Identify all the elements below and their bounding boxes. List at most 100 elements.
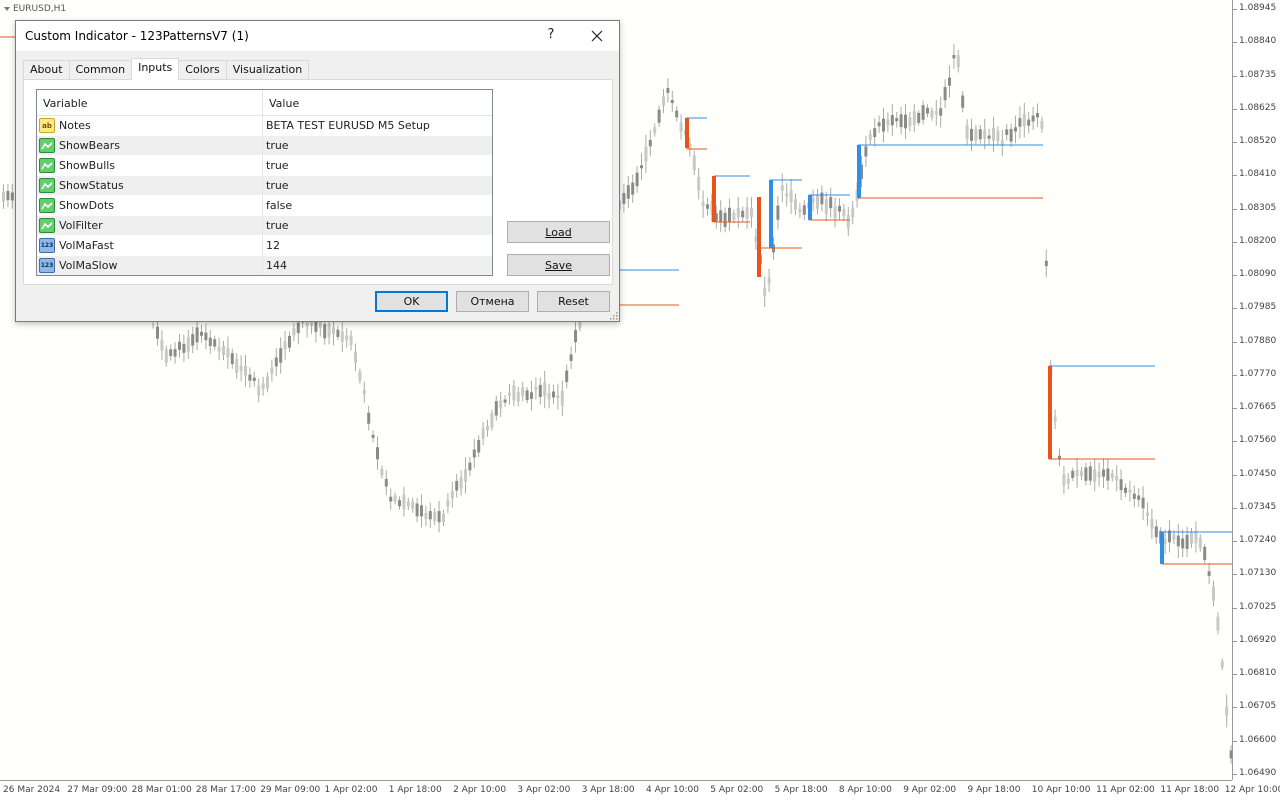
candle-body — [1110, 473, 1114, 478]
value-cell[interactable]: 12 — [263, 239, 492, 252]
variable-cell: ShowBulls — [37, 155, 263, 176]
candle-body — [631, 182, 635, 195]
tab-visualization[interactable]: Visualization — [225, 60, 310, 80]
chevron-down-icon[interactable] — [4, 7, 10, 11]
candle-body — [200, 331, 203, 336]
candle-body — [926, 107, 929, 114]
candle-body — [358, 371, 362, 381]
cancel-button[interactable]: Отмена — [456, 291, 529, 312]
table-row[interactable]: VolFilter true — [37, 215, 492, 236]
candle-body — [1212, 586, 1215, 601]
candle-body — [899, 114, 903, 128]
candle-body — [1062, 474, 1066, 486]
candle-body — [692, 155, 696, 171]
price-label: 1.08305 — [1239, 202, 1277, 213]
candle-body — [842, 208, 846, 217]
price-label: 1.08200 — [1239, 235, 1277, 246]
value-cell[interactable]: true — [263, 179, 492, 192]
candle-body — [816, 194, 819, 209]
variable-cell: ShowBears — [37, 135, 263, 156]
load-button[interactable]: Load — [507, 221, 610, 243]
time-label: 3 Apr 02:00 — [517, 785, 571, 795]
table-row[interactable]: ShowDots false — [37, 195, 492, 216]
price-label: 1.08625 — [1239, 102, 1277, 113]
candle-body — [1176, 535, 1180, 547]
candle-body — [530, 392, 533, 399]
value-cell[interactable]: true — [263, 159, 492, 172]
resize-grip-icon[interactable] — [608, 310, 618, 320]
dialog-tabs: About Common Inputs Colors Visualization — [23, 58, 310, 80]
candle-body — [838, 205, 841, 212]
candle-body — [750, 207, 753, 217]
value-cell[interactable]: true — [263, 139, 492, 152]
candle-body — [534, 386, 538, 391]
value-cell[interactable]: 144 — [263, 259, 492, 272]
candle-body — [437, 510, 441, 523]
time-label: 12 Apr 10:00 — [1224, 785, 1280, 795]
candle-body — [1190, 532, 1193, 544]
candle-body — [336, 329, 340, 337]
ok-button[interactable]: OK — [375, 291, 448, 312]
candle-body — [235, 359, 239, 373]
price-scale[interactable]: 1.08945 1.08840 1.08735 1.08625 1.08520 1.084… — [1232, 0, 1280, 780]
price-tick — [1233, 308, 1237, 310]
tab-common[interactable]: Common — [68, 60, 133, 80]
candle-body — [164, 349, 168, 363]
tab-inputs[interactable]: Inputs — [131, 58, 180, 80]
candle-body — [565, 370, 569, 382]
candle-body — [882, 118, 885, 132]
value-cell[interactable]: false — [263, 199, 492, 212]
candle-body — [279, 348, 283, 363]
tab-about[interactable]: About — [23, 60, 70, 80]
column-header-value[interactable]: Value — [263, 90, 492, 115]
candle-body — [415, 503, 419, 517]
candle-body — [1124, 487, 1127, 493]
table-row[interactable]: ShowBulls true — [37, 155, 492, 176]
time-label: 9 Apr 18:00 — [967, 785, 1021, 795]
candle-body — [917, 112, 921, 123]
candle-body — [829, 197, 833, 209]
value-cell[interactable]: BETA TEST EURUSD M5 Setup — [263, 119, 492, 132]
help-button[interactable]: ? — [542, 27, 560, 45]
candle-body — [257, 385, 261, 396]
tab-colors[interactable]: Colors — [178, 60, 227, 80]
candle-body — [763, 287, 767, 296]
candle-body — [1181, 538, 1185, 549]
table-row[interactable]: ShowBears true — [37, 135, 492, 156]
time-scale[interactable]: 26 Mar 2024 27 Mar 09:00 28 Mar 01:00 28 Ma… — [0, 780, 1280, 800]
candle-body — [424, 513, 428, 520]
price-label: 1.07985 — [1239, 302, 1277, 313]
candle-body — [442, 513, 445, 523]
time-label: 5 Apr 02:00 — [710, 785, 764, 795]
value-cell[interactable]: true — [263, 219, 492, 232]
symbol-text: EURUSD,H1 — [13, 4, 67, 14]
price-label: 1.06920 — [1239, 634, 1277, 645]
time-label: 4 Apr 10:00 — [646, 785, 699, 795]
candle-body — [1080, 470, 1083, 477]
candle-body — [420, 505, 423, 517]
candle-body — [217, 346, 221, 352]
table-row[interactable]: 123 VolMaSlow 144 — [37, 255, 492, 275]
table-row[interactable]: ShowStatus true — [37, 175, 492, 196]
reset-button[interactable]: Reset — [537, 291, 610, 312]
candle-body — [1150, 519, 1154, 529]
table-row[interactable]: ab Notes BETA TEST EURUSD M5 Setup — [37, 115, 492, 136]
price-label: 1.06490 — [1239, 767, 1277, 778]
close-button[interactable] — [586, 25, 608, 47]
time-label: 1 Apr 02:00 — [324, 785, 378, 795]
candle-body — [820, 192, 824, 205]
candle-body — [1036, 113, 1039, 118]
dialog-titlebar[interactable]: Custom Indicator - 123PatternsV7 (1) ? — [16, 21, 619, 51]
candle-body — [477, 439, 481, 453]
candle-body — [296, 322, 300, 334]
save-button[interactable]: Save — [507, 254, 610, 276]
candle-body — [1044, 260, 1048, 267]
candle-body — [468, 462, 472, 471]
candle-body — [965, 125, 969, 139]
table-row[interactable]: 123 VolMaFast 12 — [37, 235, 492, 256]
column-header-variable[interactable]: Variable — [37, 90, 263, 115]
candle-body — [886, 119, 890, 126]
candle-body — [697, 176, 701, 191]
time-label: 11 Apr 02:00 — [1096, 785, 1155, 795]
candle-body — [767, 277, 771, 284]
